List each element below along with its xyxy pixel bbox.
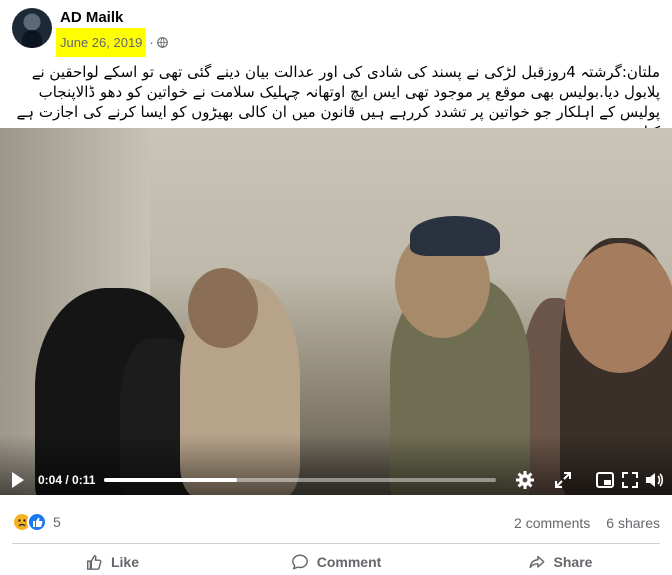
video-frame-figure (188, 268, 258, 348)
video-progress-fill (104, 478, 238, 482)
comment-icon (291, 554, 308, 569)
reactions-summary[interactable]: 5 (12, 512, 61, 532)
fullscreen-expand-icon[interactable] (553, 470, 573, 490)
video-player[interactable] (0, 128, 672, 495)
fullscreen-icon[interactable] (620, 470, 640, 490)
comments-count[interactable]: 2 comments (514, 515, 590, 531)
reaction-count: 5 (53, 514, 61, 530)
video-controls: 0:04 / 0:11 (0, 466, 672, 494)
play-icon[interactable] (10, 470, 26, 490)
avatar[interactable] (12, 8, 52, 48)
meta-separator: · (149, 34, 154, 50)
comment-button[interactable]: Comment (224, 548, 448, 575)
video-frame-figure (410, 216, 500, 256)
video-frame-figure (565, 243, 672, 373)
share-button[interactable]: Share (448, 548, 672, 575)
volume-icon[interactable] (644, 470, 664, 490)
share-label: Share (553, 553, 593, 570)
share-icon (529, 555, 545, 568)
globe-icon (156, 36, 168, 48)
settings-icon[interactable] (515, 470, 535, 490)
comment-label: Comment (316, 553, 382, 570)
video-time: 0:04 / 0:11 (38, 473, 96, 487)
engagement-counts: 2 comments 6 shares (514, 515, 660, 531)
post-stats: 5 2 comments 6 shares (0, 507, 672, 537)
video-progress-bar[interactable] (104, 478, 496, 482)
post-actions: Like Comment Share (0, 548, 672, 575)
author-name[interactable]: AD Mailk (60, 9, 123, 26)
post-date[interactable]: June 26, 2019 (56, 27, 147, 57)
like-label: Like (110, 553, 139, 570)
like-button[interactable]: Like (0, 548, 224, 575)
shares-count[interactable]: 6 shares (606, 515, 660, 531)
actions-divider (12, 543, 660, 544)
picture-in-picture-icon[interactable] (595, 470, 615, 490)
post-meta: June 26, 2019 · (56, 27, 168, 57)
like-reaction-icon (27, 512, 47, 532)
post-header: AD Mailk June 26, 2019 · (0, 0, 672, 57)
like-icon (86, 554, 102, 570)
